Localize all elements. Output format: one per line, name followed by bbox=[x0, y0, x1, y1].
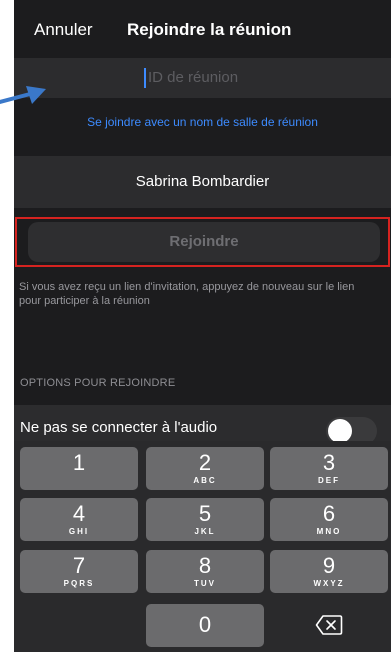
key-1[interactable]: 1 bbox=[20, 447, 138, 490]
numeric-keyboard: 1 2 ABC 3 DEF 4 GHI 5 JKL 6 MNO 7 PQRS 8 bbox=[14, 441, 391, 652]
no-audio-option-row: Ne pas se connecter à l'audio bbox=[14, 405, 391, 445]
key-9[interactable]: 9 WXYZ bbox=[270, 550, 388, 593]
page-title: Rejoindre la réunion bbox=[127, 20, 292, 39]
key-letters: ABC bbox=[193, 476, 217, 485]
key-letters: MNO bbox=[316, 527, 342, 536]
key-8[interactable]: 8 TUV bbox=[146, 550, 264, 593]
key-letters: TUV bbox=[194, 579, 216, 588]
key-digit: 5 bbox=[198, 501, 212, 526]
key-digit: 6 bbox=[322, 501, 336, 526]
key-0[interactable]: 0 bbox=[146, 604, 264, 647]
key-letters: WXYZ bbox=[313, 579, 345, 588]
key-4[interactable]: 4 GHI bbox=[20, 498, 138, 541]
key-letters: PQRS bbox=[63, 579, 95, 588]
toggle-knob bbox=[328, 419, 352, 443]
no-audio-label: Ne pas se connecter à l'audio bbox=[20, 419, 218, 436]
backspace-icon bbox=[315, 615, 343, 635]
key-6[interactable]: 6 MNO bbox=[270, 498, 388, 541]
display-name-field[interactable]: Sabrina Bombardier bbox=[14, 156, 391, 208]
meeting-id-input[interactable]: ID de réunion bbox=[14, 58, 391, 98]
invitation-helper-text: Si vous avez reçu un lien d'invitation, … bbox=[19, 281, 355, 307]
header: Annuler Rejoindre la réunion bbox=[14, 0, 391, 64]
cancel-button[interactable]: Annuler bbox=[34, 20, 93, 40]
key-2[interactable]: 2 ABC bbox=[146, 447, 264, 490]
key-digit: 1 bbox=[72, 450, 86, 475]
key-digit: 0 bbox=[198, 612, 212, 637]
key-5[interactable]: 5 JKL bbox=[146, 498, 264, 541]
annotation-arrow-icon bbox=[0, 86, 46, 104]
join-button[interactable]: Rejoindre bbox=[28, 222, 380, 262]
text-cursor bbox=[144, 68, 146, 88]
join-options-header: OPTIONS POUR REJOINDRE bbox=[20, 377, 176, 389]
join-meeting-screen: Annuler Rejoindre la réunion ID de réuni… bbox=[14, 0, 391, 652]
key-digit: 2 bbox=[198, 450, 212, 475]
key-digit: 8 bbox=[198, 553, 212, 578]
delete-key[interactable] bbox=[270, 604, 388, 647]
key-3[interactable]: 3 DEF bbox=[270, 447, 388, 490]
meeting-id-placeholder: ID de réunion bbox=[148, 69, 239, 86]
key-7[interactable]: 7 PQRS bbox=[20, 550, 138, 593]
key-letters: DEF bbox=[318, 476, 340, 485]
key-letters: JKL bbox=[194, 527, 216, 536]
key-digit: 3 bbox=[322, 450, 336, 475]
join-with-room-name-link[interactable]: Se joindre avec un nom de salle de réuni… bbox=[14, 115, 391, 129]
key-digit: 7 bbox=[72, 553, 86, 578]
key-letters: GHI bbox=[68, 527, 90, 536]
key-digit: 4 bbox=[72, 501, 86, 526]
key-digit: 9 bbox=[322, 553, 336, 578]
